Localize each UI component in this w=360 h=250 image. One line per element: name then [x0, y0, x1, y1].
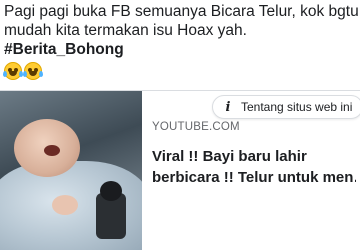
thumbnail-baby-mouth: [44, 145, 60, 156]
hashtag-link[interactable]: #Berita_Bohong: [4, 40, 356, 59]
face-with-tears-of-joy-icon: [3, 62, 23, 80]
about-website-label: Tentang situs web ini: [241, 100, 353, 114]
about-website-button[interactable]: i Tentang situs web ini: [212, 95, 360, 119]
link-domain: YOUTUBE.COM: [152, 121, 240, 133]
thumbnail-microphone-head: [100, 181, 122, 201]
link-title-line-1: Viral !! Bayi baru lahir: [152, 148, 307, 165]
post-text-line-2: mudah kita termakan isu Hoax yah.: [4, 22, 247, 39]
thumbnail-baby-hand: [52, 195, 78, 215]
face-with-tears-of-joy-icon: [23, 62, 43, 80]
link-meta: YOUTUBE.COM Viral !! Bayi baru lahir ber…: [152, 121, 356, 188]
post-text: Pagi pagi buka FB semuanya Bicara Telur,…: [3, 2, 359, 81]
link-title-line-2: berbicara !! Telur untuk men…: [152, 169, 356, 186]
info-icon: i: [225, 99, 231, 115]
post-text-line-1: Pagi pagi buka FB semuanya Bicara Telur,…: [4, 3, 359, 20]
link-preview-card[interactable]: i Tentang situs web ini YOUTUBE.COM Vira…: [0, 90, 360, 250]
emoji-row: [3, 61, 356, 81]
video-thumbnail[interactable]: [0, 91, 142, 250]
link-title[interactable]: Viral !! Bayi baru lahir berbicara !! Te…: [152, 146, 356, 188]
